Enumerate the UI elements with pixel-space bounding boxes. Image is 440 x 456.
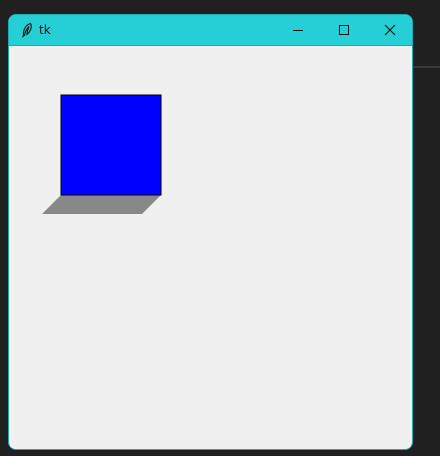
close-icon: [384, 24, 396, 36]
title-bar[interactable]: tk: [9, 15, 412, 46]
tk-window: tk: [8, 14, 413, 450]
maximize-icon: [339, 25, 349, 35]
canvas-scene: [42, 94, 162, 214]
close-button[interactable]: [367, 15, 412, 45]
feather-icon: [22, 22, 32, 38]
minimize-button[interactable]: [275, 15, 321, 45]
square-shadow: [42, 195, 161, 214]
backdrop-divider: [412, 66, 440, 68]
blue-square[interactable]: [60, 94, 162, 196]
maximize-button[interactable]: [321, 15, 367, 45]
window-title: tk: [39, 23, 51, 37]
drawing-canvas[interactable]: [10, 46, 411, 448]
minimize-icon: [293, 30, 303, 31]
